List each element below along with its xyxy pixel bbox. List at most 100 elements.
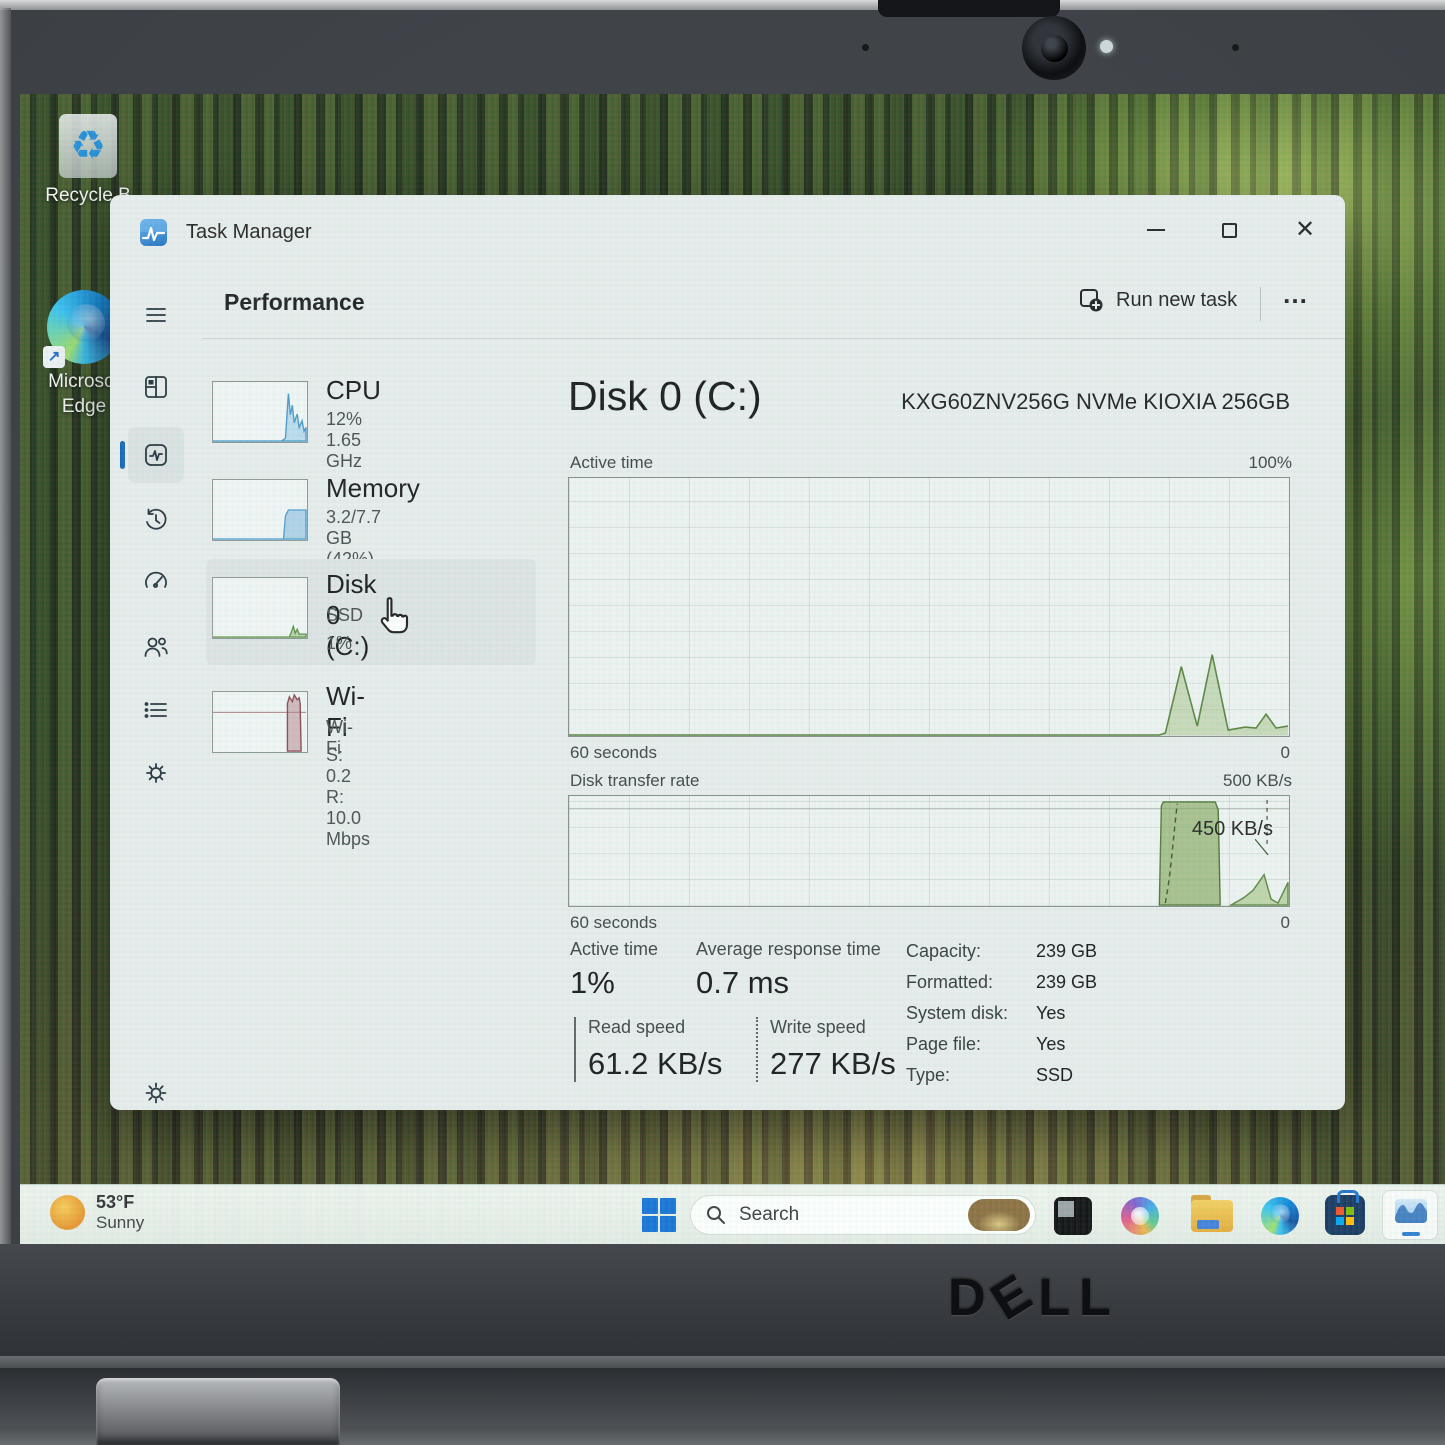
stat-response-value: 0.7 ms: [696, 965, 789, 1001]
run-new-task-label: Run new task: [1116, 289, 1237, 312]
page-title: Performance: [224, 289, 365, 316]
sidebar-item-details[interactable]: [136, 690, 176, 730]
active-time-chart: [568, 477, 1290, 737]
search-icon: [705, 1204, 727, 1226]
cpu-detail: 12% 1.65 GHz: [326, 409, 362, 472]
details-list-icon: [142, 696, 170, 724]
formatted-label: Formatted:: [906, 972, 993, 993]
disk-type: SSD: [326, 605, 363, 626]
window-titlebar[interactable]: Task Manager ✕: [110, 195, 1345, 269]
sidebar-item-users[interactable]: [136, 627, 176, 667]
active-time-ymax: 100%: [1249, 453, 1292, 473]
sidebar-item-settings[interactable]: [136, 1073, 176, 1113]
write-speed-value: 277 KB/s: [770, 1046, 896, 1082]
webcam-lens-inner: [1041, 35, 1068, 62]
laptop-screen: ♻ Recycle B ↗ Microsof Edge Task Manager…: [20, 94, 1445, 1244]
taskbar-search[interactable]: Search: [690, 1195, 1036, 1235]
history-clock-icon: [142, 506, 170, 534]
write-speed-label: Write speed: [770, 1017, 896, 1038]
laptop-hinge-left: [96, 1378, 340, 1445]
minimize-button[interactable]: [1133, 209, 1179, 251]
window-title: Task Manager: [186, 221, 312, 244]
disk-detail-panel: Disk 0 (C:) KXG60ZNV256G NVMe KIOXIA 256…: [568, 365, 1292, 1110]
hamburger-icon: [142, 301, 170, 329]
microphone-hole-right: [1232, 44, 1239, 51]
type-label: Type:: [906, 1065, 950, 1086]
close-button[interactable]: ✕: [1282, 209, 1328, 251]
content-header: Performance Run new task …: [202, 269, 1345, 339]
search-daily-image[interactable]: [968, 1199, 1030, 1231]
wifi-mini-chart: [212, 691, 308, 753]
laptop-lid-top-edge: [0, 0, 1445, 10]
file-explorer-icon[interactable]: [1191, 1200, 1233, 1232]
window-content: Performance Run new task … CPU 12% 1.65 …: [202, 269, 1345, 1110]
laptop-lid-left-edge: [0, 8, 11, 1338]
transfer-xleft: 60 seconds: [570, 913, 657, 933]
edge-taskbar-icon[interactable]: [1261, 1197, 1299, 1235]
capacity-value: 239 GB: [1036, 941, 1097, 962]
processes-icon: [142, 373, 170, 401]
weather-widget[interactable]: 53°F Sunny: [50, 1192, 144, 1233]
read-speed-value: 61.2 KB/s: [588, 1046, 722, 1082]
stat-response-label: Average response time: [696, 939, 881, 960]
windows-logo-icon: [642, 1198, 658, 1214]
read-speed-block: Read speed 61.2 KB/s: [574, 1017, 722, 1082]
formatted-value: 239 GB: [1036, 972, 1097, 993]
minimize-icon: [1147, 229, 1165, 231]
write-speed-block: Write speed 277 KB/s: [756, 1017, 896, 1082]
taskbar-dark-app-icon[interactable]: [1054, 1197, 1092, 1235]
sidebar-item-services[interactable]: [136, 753, 176, 793]
run-new-task-button[interactable]: Run new task: [1078, 287, 1237, 313]
task-manager-taskbar-icon-active[interactable]: [1382, 1190, 1438, 1240]
webcam-led: [1100, 40, 1113, 53]
maximize-button[interactable]: [1206, 209, 1252, 251]
services-gear-icon: [142, 759, 170, 787]
type-value: SSD: [1036, 1065, 1073, 1086]
maximize-icon: [1222, 223, 1237, 238]
performance-icon: [142, 441, 170, 469]
disk-mini-chart: [212, 577, 308, 639]
transfer-annotation: 450 KB/s: [1192, 818, 1273, 841]
memory-name: Memory: [326, 473, 420, 504]
hand-cursor: [372, 595, 412, 644]
users-icon: [142, 633, 170, 661]
header-divider: [1260, 287, 1261, 321]
new-task-icon: [1078, 287, 1104, 313]
read-speed-label: Read speed: [588, 1017, 722, 1038]
shortcut-arrow-icon: ↗: [43, 346, 65, 368]
transfer-chart-label: Disk transfer rate: [570, 771, 699, 791]
sun-icon: [50, 1195, 85, 1230]
copilot-icon[interactable]: [1121, 1197, 1159, 1235]
sidebar-item-startup-apps[interactable]: [136, 562, 176, 602]
start-button[interactable]: [642, 1198, 676, 1232]
page-file-label: Page file:: [906, 1034, 981, 1055]
microsoft-store-icon[interactable]: [1325, 1195, 1365, 1235]
system-disk-value: Yes: [1036, 1003, 1065, 1024]
transfer-rate-chart: 450 KB/s: [568, 795, 1290, 907]
task-manager-monitor-icon: [1395, 1199, 1427, 1223]
weather-condition: Sunny: [96, 1213, 144, 1233]
active-app-indicator: [1402, 1232, 1420, 1236]
more-options-button[interactable]: …: [1282, 279, 1310, 310]
sidebar-item-performance[interactable]: [136, 435, 176, 475]
active-time-chart-label: Active time: [570, 453, 653, 473]
disk-panel-title: Disk 0 (C:): [568, 373, 762, 420]
transfer-xright: 0: [1281, 913, 1290, 933]
page-file-value: Yes: [1036, 1034, 1065, 1055]
sidebar-item-processes[interactable]: [136, 367, 176, 407]
sidebar-item-app-history[interactable]: [136, 500, 176, 540]
laptop-bottom-bezel: [0, 1244, 1445, 1356]
active-time-xright: 0: [1281, 743, 1290, 763]
search-label: Search: [739, 1204, 799, 1226]
close-icon: ✕: [1295, 218, 1315, 242]
lid-latch-notch: [878, 0, 1060, 17]
transfer-ymax: 500 KB/s: [1223, 771, 1292, 791]
cpu-name: CPU: [326, 375, 381, 406]
memory-mini-chart: [212, 479, 308, 541]
weather-temperature: 53°F: [96, 1192, 144, 1213]
disk-usage: 1%: [326, 633, 352, 654]
task-manager-app-icon: [140, 219, 167, 246]
navigation-menu-button[interactable]: [136, 295, 176, 335]
system-disk-label: System disk:: [906, 1003, 1008, 1024]
recycle-bin-icon: ♻: [59, 114, 117, 178]
